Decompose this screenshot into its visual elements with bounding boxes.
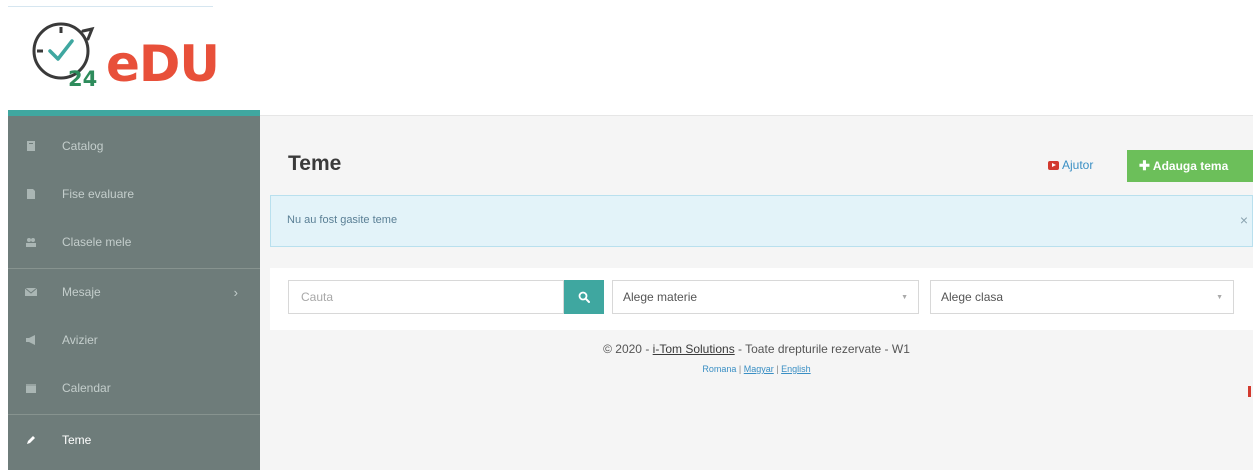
sidebar-item-label: Fise evaluare xyxy=(62,187,135,201)
sidebar-item-label: Mesaje xyxy=(62,285,101,299)
sidebar-item-fise-evaluare[interactable]: Fise evaluare xyxy=(8,170,260,218)
copyright-prefix: © 2020 - xyxy=(603,342,653,356)
info-alert: Nu au fost gasite teme × xyxy=(270,195,1253,247)
logo-number: 24 xyxy=(68,67,98,91)
help-link[interactable]: Ajutor xyxy=(1048,158,1093,172)
copyright: © 2020 - i-Tom Solutions - Toate dreptur… xyxy=(260,342,1253,356)
logo-word: eDU xyxy=(106,35,220,93)
search-icon xyxy=(578,291,590,303)
add-theme-button[interactable]: ✚ Adauga tema xyxy=(1127,150,1253,182)
calendar-icon xyxy=(24,382,38,394)
help-label: Ajutor xyxy=(1062,158,1094,172)
copyright-suffix: - Toate drepturile rezervate - W1 xyxy=(734,342,910,356)
alert-text: Nu au fost gasite teme xyxy=(287,214,398,226)
chevron-right-icon: › xyxy=(233,284,238,300)
group-icon xyxy=(24,236,38,248)
plus-icon: ✚ xyxy=(1139,158,1150,173)
sidebar-item-catalog[interactable]: Catalog xyxy=(8,122,260,170)
book-icon xyxy=(24,140,38,152)
subject-select[interactable]: Alege materie ▼ xyxy=(612,280,919,314)
class-select-value: Alege clasa xyxy=(941,290,1004,304)
edge-indicator xyxy=(1248,386,1251,397)
sidebar-item-label: Catalog xyxy=(62,139,104,153)
lang-separator: | xyxy=(776,364,779,374)
language-switcher: Romana | Magyar | English xyxy=(260,364,1253,374)
sidebar: Catalog Fise evaluare Clasele mele Mesaj… xyxy=(8,110,260,470)
lang-english[interactable]: English xyxy=(781,364,811,374)
sidebar-item-label: Clasele mele xyxy=(62,235,132,249)
close-icon[interactable]: × xyxy=(1240,212,1248,228)
filter-panel: Alege materie ▼ Alege clasa ▼ xyxy=(270,268,1253,330)
class-select[interactable]: Alege clasa ▼ xyxy=(930,280,1234,314)
page-title: Teme xyxy=(288,152,342,175)
envelope-icon xyxy=(24,286,38,298)
video-icon xyxy=(1048,160,1059,170)
lang-romana[interactable]: Romana xyxy=(702,364,736,374)
caret-down-icon: ▼ xyxy=(1216,294,1223,301)
logo[interactable]: 24 eDU xyxy=(8,6,220,106)
file-icon xyxy=(24,188,38,200)
pencil-icon xyxy=(24,434,38,446)
add-theme-label: Adauga tema xyxy=(1152,159,1229,173)
search-input[interactable] xyxy=(288,280,564,314)
sidebar-item-teme[interactable]: Teme xyxy=(8,416,260,464)
sidebar-item-avizier[interactable]: Avizier xyxy=(8,316,260,364)
company-link[interactable]: i-Tom Solutions xyxy=(653,342,735,356)
sidebar-item-mesaje[interactable]: Mesaje › xyxy=(8,268,260,316)
bullhorn-icon xyxy=(24,334,38,346)
sidebar-item-calendar[interactable]: Calendar xyxy=(8,364,260,412)
sidebar-item-label: Avizier xyxy=(62,333,98,347)
sidebar-item-label: Calendar xyxy=(62,381,111,395)
app-root: 24 eDU Catalog Fise evaluare Clasele mel… xyxy=(0,0,1253,470)
lang-separator: | xyxy=(738,364,742,374)
sidebar-accent-bar xyxy=(8,110,260,116)
lang-magyar[interactable]: Magyar xyxy=(744,364,774,374)
subject-select-value: Alege materie xyxy=(623,290,698,304)
sidebar-item-clasele-mele[interactable]: Clasele mele xyxy=(8,218,260,266)
search-button[interactable] xyxy=(564,280,604,314)
sidebar-divider xyxy=(8,414,260,415)
sidebar-item-label: Teme xyxy=(62,433,92,447)
caret-down-icon: ▼ xyxy=(901,294,908,301)
main-content: Teme Ajutor ✚ Adauga tema Nu au fost gas… xyxy=(260,116,1253,470)
